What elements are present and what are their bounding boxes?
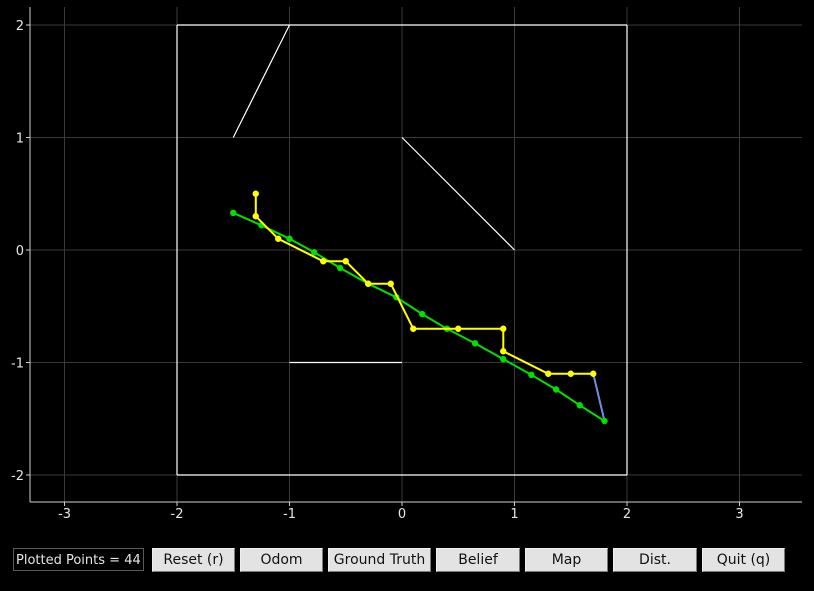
ground-truth-point xyxy=(311,249,318,256)
belief-button[interactable]: Belief xyxy=(436,548,520,572)
reset-button[interactable]: Reset (r) xyxy=(152,548,235,572)
map-wall xyxy=(232,24,291,138)
dist-button[interactable]: Dist. xyxy=(613,548,697,572)
ground-truth-point xyxy=(230,209,237,217)
ground-truth-point xyxy=(471,340,479,347)
map-button[interactable]: Map xyxy=(525,548,608,572)
ground-truth-point xyxy=(419,310,426,318)
belief-point xyxy=(252,190,259,197)
plot-axes xyxy=(26,7,802,506)
belief-point xyxy=(275,235,282,242)
quit-button[interactable]: Quit (q) xyxy=(702,548,785,572)
belief-point xyxy=(365,280,372,287)
belief-point xyxy=(500,348,507,355)
ground-truth-point xyxy=(500,355,507,363)
y-tick-label: 2 xyxy=(16,19,24,34)
ground-truth-point xyxy=(286,235,293,242)
map-wall xyxy=(401,137,515,251)
belief-point xyxy=(545,370,552,377)
belief-point xyxy=(387,280,394,287)
odom-button[interactable]: Odom xyxy=(240,548,323,572)
belief-point xyxy=(410,325,417,332)
ground-truth-button[interactable]: Ground Truth xyxy=(328,548,431,572)
belief-point xyxy=(567,370,574,377)
y-tick-label: -2 xyxy=(11,469,24,484)
ground-truth-point xyxy=(336,264,344,272)
y-tick-label: 0 xyxy=(16,244,24,259)
y-tick-label: -1 xyxy=(11,357,24,372)
y-tick-label: 1 xyxy=(16,132,24,147)
belief-point xyxy=(500,325,507,332)
ground-truth-path xyxy=(230,209,608,425)
plot-canvas[interactable]: -3 -2 -1 0 1 2 3 2 1 0 -1 -2 xyxy=(0,0,814,540)
x-tick-label: -1 xyxy=(283,507,296,522)
ground-truth-point xyxy=(528,371,535,379)
ground-truth-point xyxy=(576,402,583,409)
belief-point xyxy=(320,258,327,265)
ground-truth-point xyxy=(552,386,560,393)
grid-lines xyxy=(30,7,802,502)
belief-point xyxy=(342,258,349,265)
x-tick-label: 2 xyxy=(623,507,631,522)
belief-path xyxy=(252,190,597,377)
x-tick-label: 3 xyxy=(735,507,743,522)
belief-point xyxy=(590,370,597,377)
x-tick-label: -2 xyxy=(171,507,184,522)
plotted-points-counter: Plotted Points = 44 xyxy=(13,548,144,571)
belief-line xyxy=(254,193,594,375)
x-tick-label: -3 xyxy=(58,507,71,522)
belief-point xyxy=(455,325,462,332)
control-bar: Plotted Points = 44 Reset (r) Odom Groun… xyxy=(0,546,814,574)
ground-truth-point xyxy=(601,417,608,425)
x-tick-label: 1 xyxy=(510,507,518,522)
belief-point xyxy=(252,213,259,220)
x-tick-label: 0 xyxy=(398,507,406,522)
tick-labels: -3 -2 -1 0 1 2 3 2 1 0 -1 -2 xyxy=(11,19,744,522)
